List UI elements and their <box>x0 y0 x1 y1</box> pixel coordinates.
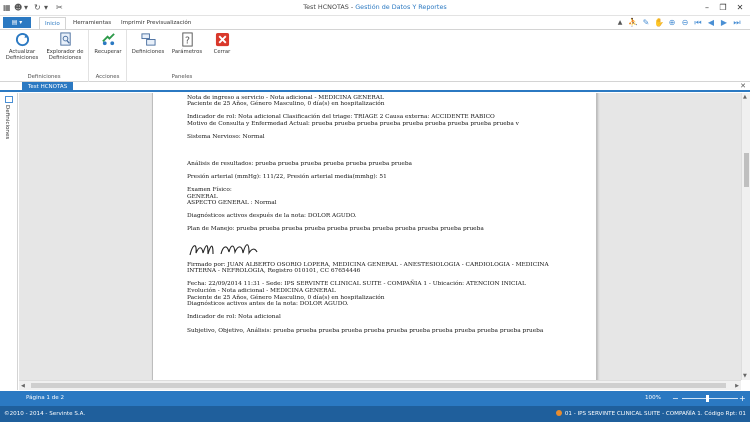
close-red-icon <box>215 32 229 47</box>
report-paragraph <box>187 147 587 154</box>
explorer-icon <box>59 32 71 46</box>
report-paragraph: Fecha: 22/09/2014 11:30 - Sede: IPS SERV… <box>187 93 526 108</box>
minimize-icon[interactable]: – <box>700 2 714 13</box>
report-paragraph: Indicador de rol: Nota adicional Clasifi… <box>187 114 519 127</box>
hand-tool-icon[interactable]: ✋ <box>654 17 664 28</box>
svg-text:?: ? <box>185 35 190 46</box>
definitions-side-icon <box>5 96 13 103</box>
report-page: Fecha: 22/09/2014 11:30 - Sede: IPS SERV… <box>152 93 597 380</box>
recuperar-button[interactable]: Recuperar <box>91 32 125 55</box>
document-tab-strip: Test HCNOTAS ✕ <box>0 82 750 92</box>
report-paragraph: Sistema Nervioso: Normal <box>187 134 265 141</box>
handwritten-signature <box>187 240 587 258</box>
report-paragraph: Indicador de rol: Nota adicional <box>187 314 281 321</box>
close-window-icon[interactable]: ✕ <box>733 2 747 13</box>
first-page-icon[interactable]: ⏮ <box>693 17 703 28</box>
application-status-bar: ©2010 - 2014 - Servinte S.A. 01 - IPS SE… <box>0 406 750 422</box>
explorador-definiciones-button[interactable]: Explorador de Definiciones <box>42 32 88 61</box>
zoom-in-icon[interactable]: ⊕ <box>667 17 677 28</box>
company-info-text: 01 - IPS SERVINTE CLINICAL SUITE - COMPA… <box>564 411 746 417</box>
previous-page-icon[interactable]: ◀ <box>706 17 716 28</box>
report-paragraph: Diagnósticos activos después de la nota:… <box>187 213 357 220</box>
window-title-sub: Gestión de Datos Y Reportes <box>355 3 447 11</box>
scroll-left-icon[interactable]: ◀ <box>21 381 25 391</box>
title-bar: ▦ ☻ ▾ ↻ ▾ ✂ Test HCNOTAS - Gestión de Da… <box>0 0 750 16</box>
ribbon-group-label: Paneles <box>171 74 193 80</box>
report-paragraph: Análisis de resultados: prueba prueba pr… <box>187 160 412 167</box>
window-title: Test HCNOTAS - Gestión de Datos Y Report… <box>0 3 750 11</box>
tab-imprimir-previsualizacion[interactable]: Imprimir Previsualización <box>116 17 196 29</box>
collapse-ribbon-icon[interactable]: ▲ <box>615 17 625 28</box>
recover-icon <box>101 33 115 46</box>
window-title-main: Test HCNOTAS <box>303 3 349 11</box>
parametros-label: Parámetros <box>171 49 203 55</box>
refresh-definitions-icon <box>15 32 29 47</box>
zoom-slider-thumb[interactable] <box>705 395 709 402</box>
next-page-icon[interactable]: ▶ <box>719 17 729 28</box>
panel-definiciones-label: Definiciones <box>131 49 165 55</box>
company-status-icon <box>555 410 562 416</box>
ribbon-group-definiciones: Actualizar Definiciones Explorador de De… <box>0 30 89 82</box>
preview-toolbar: ▲ ⛹ ✎ ✋ ⊕ ⊖ ⏮ ◀ ▶ ⏭ <box>615 17 742 28</box>
tab-inicio[interactable]: Inicio <box>39 17 66 29</box>
ribbon-group-label: Acciones <box>95 74 120 80</box>
ribbon-group-label: Definiciones <box>27 74 61 80</box>
cerrar-label: Cerrar <box>213 49 231 55</box>
report-paragraph: Plan de Manejo: prueba prueba prueba pru… <box>187 226 484 233</box>
ribbon-group-paneles: Definiciones ? Parámetros Cerrar Paneles <box>127 30 237 82</box>
zoom-level: 100% <box>645 395 661 401</box>
parametros-button[interactable]: ? Parámetros <box>169 32 205 55</box>
copyright-text: ©2010 - 2014 - Servinte S.A. <box>4 411 86 417</box>
zoom-slider[interactable] <box>682 398 738 399</box>
ribbon-tab-row: ▤ ▾ Inicio Herramientas Imprimir Previsu… <box>0 16 750 29</box>
zoom-out-icon[interactable]: ⊖ <box>680 17 690 28</box>
zoom-minus-icon[interactable]: − <box>672 391 679 406</box>
page-count: Página 1 de 2 <box>26 395 65 401</box>
scroll-right-icon[interactable]: ▶ <box>735 381 739 391</box>
pencil-icon[interactable]: ✎ <box>641 17 651 28</box>
definitions-panel-icon <box>140 33 156 46</box>
report-text: Fecha: 22/09/2014 11:30 - Sede: IPS SERV… <box>187 93 587 341</box>
report-paragraph: Examen Físico: GENERAL ASPECTO GENERAL :… <box>187 186 277 207</box>
panel-definiciones-button[interactable]: Definiciones <box>129 32 167 55</box>
company-info: 01 - IPS SERVINTE CLINICAL SUITE - COMPA… <box>555 406 746 422</box>
report-paragraph: Firmado por: JUAN ALBERTO OSORIO LOPERA,… <box>187 261 549 275</box>
zoom-plus-icon[interactable]: + <box>739 391 746 406</box>
side-panel-label[interactable]: Definiciones <box>4 105 10 139</box>
preview-status-bar: Página 1 de 2 100% − + <box>0 391 750 406</box>
vertical-scroll-thumb[interactable] <box>744 153 749 187</box>
report-paragraph: Fecha: 22/09/2014 11:31 - Sede: IPS SERV… <box>187 281 526 308</box>
file-menu-button[interactable]: ▤ ▾ <box>3 17 31 28</box>
side-panel[interactable]: Definiciones <box>0 93 18 390</box>
recuperar-label: Recuperar <box>94 49 122 55</box>
scroll-up-icon[interactable]: ▲ <box>743 94 747 100</box>
ribbon-group-acciones: Recuperar Acciones <box>89 30 127 82</box>
restore-icon[interactable]: ❐ <box>716 2 730 13</box>
select-tool-icon[interactable]: ⛹ <box>628 17 638 28</box>
actualizar-definiciones-button[interactable]: Actualizar Definiciones <box>2 32 42 61</box>
explorador-definiciones-label: Explorador de Definiciones <box>46 49 84 62</box>
parameters-icon: ? <box>181 32 193 47</box>
vertical-scrollbar[interactable]: ▲ ▼ <box>741 93 750 380</box>
horizontal-scrollbar[interactable]: ◀ ▶ <box>19 380 741 390</box>
ribbon: Actualizar Definiciones Explorador de De… <box>0 29 750 82</box>
cerrar-button[interactable]: Cerrar <box>207 32 237 55</box>
tab-herramientas[interactable]: Herramientas <box>68 17 116 29</box>
report-paragraph: Subjetivo, Objetivo, Análisis: prueba pr… <box>187 327 544 334</box>
actualizar-definiciones-label: Actualizar Definiciones <box>5 49 39 62</box>
close-document-icon[interactable]: ✕ <box>740 82 746 91</box>
scroll-down-icon[interactable]: ▼ <box>743 373 747 379</box>
report-preview-area[interactable]: Fecha: 22/09/2014 11:30 - Sede: IPS SERV… <box>19 93 750 380</box>
document-tab-test-hcnotas[interactable]: Test HCNOTAS <box>22 82 74 92</box>
last-page-icon[interactable]: ⏭ <box>732 17 742 28</box>
horizontal-scroll-thumb[interactable] <box>31 383 726 388</box>
report-paragraph: Presión arterial (mmHg): 111/22, Presión… <box>187 173 387 180</box>
